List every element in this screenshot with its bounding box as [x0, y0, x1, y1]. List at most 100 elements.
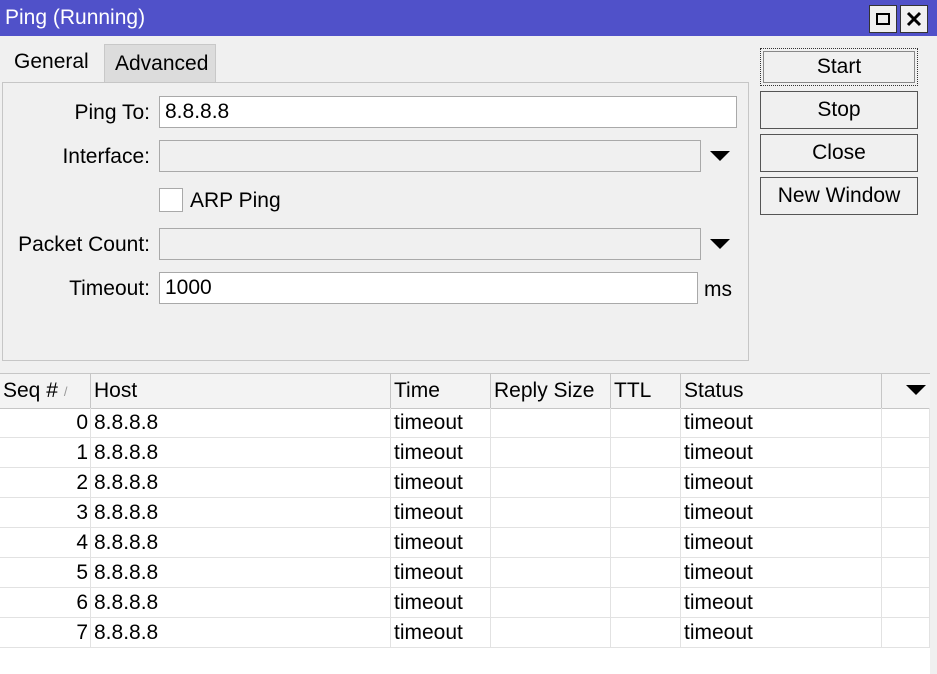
cell-ttl — [611, 528, 681, 558]
cell-seq: 4 — [0, 528, 91, 558]
cell-seq: 5 — [0, 558, 91, 588]
cell-seq: 2 — [0, 468, 91, 498]
cell-ttl — [611, 558, 681, 588]
cell-reply-size — [491, 408, 611, 438]
cell-seq: 1 — [0, 438, 91, 468]
maximize-button[interactable] — [869, 5, 897, 33]
cell-ttl — [611, 408, 681, 438]
ping-results-table: Seq # / Host Time Reply Size TTL Status … — [0, 373, 930, 674]
cell-time: timeout — [391, 528, 491, 558]
tab-general[interactable]: General — [4, 42, 101, 82]
cell-reply-size — [491, 618, 611, 648]
interface-label: Interface: — [62, 145, 150, 168]
cell-spacer — [882, 528, 930, 558]
cell-spacer — [882, 588, 930, 618]
column-header-seq-label: Seq # — [3, 379, 58, 402]
timeout-unit: ms — [704, 278, 732, 301]
cell-spacer — [882, 558, 930, 588]
timeout-value: 1000 — [165, 276, 212, 299]
new-window-button[interactable]: New Window — [760, 177, 918, 215]
ping-to-value: 8.8.8.8 — [165, 100, 230, 123]
cell-host: 8.8.8.8 — [91, 498, 391, 528]
chevron-down-icon[interactable] — [906, 385, 926, 395]
cell-status: timeout — [681, 498, 882, 528]
arp-ping-checkbox[interactable] — [159, 188, 183, 212]
interface-select[interactable] — [159, 140, 701, 172]
table-row[interactable]: 2 8.8.8.8 timeout timeout — [0, 468, 930, 498]
window-title: Ping (Running) — [5, 6, 146, 29]
cell-time: timeout — [391, 588, 491, 618]
cell-status: timeout — [681, 588, 882, 618]
cell-seq: 3 — [0, 498, 91, 528]
cell-reply-size — [491, 588, 611, 618]
timeout-input[interactable]: 1000 — [159, 272, 698, 304]
cell-ttl — [611, 438, 681, 468]
tab-advanced-label: Advanced — [115, 51, 209, 75]
ping-to-input[interactable]: 8.8.8.8 — [159, 96, 737, 128]
column-header-time-label: Time — [394, 379, 440, 402]
table-row[interactable]: 3 8.8.8.8 timeout timeout — [0, 498, 930, 528]
close-icon — [906, 11, 922, 27]
table-row[interactable]: 0 8.8.8.8 timeout timeout — [0, 408, 930, 438]
cell-time: timeout — [391, 618, 491, 648]
column-header-host[interactable]: Host — [91, 374, 391, 408]
cell-reply-size — [491, 468, 611, 498]
chevron-down-icon[interactable] — [710, 151, 730, 161]
column-header-status[interactable]: Status — [681, 374, 882, 408]
column-header-time[interactable]: Time — [391, 374, 491, 408]
cell-time: timeout — [391, 438, 491, 468]
table-row[interactable]: 7 8.8.8.8 timeout timeout — [0, 618, 930, 648]
cell-time: timeout — [391, 468, 491, 498]
column-header-host-label: Host — [94, 379, 138, 402]
cell-time: timeout — [391, 408, 491, 438]
column-header-seq[interactable]: Seq # / — [0, 374, 91, 408]
column-header-reply-size-label: Reply Size — [494, 379, 595, 402]
column-header-status-label: Status — [684, 379, 744, 402]
cell-spacer — [882, 498, 930, 528]
cell-host: 8.8.8.8 — [91, 618, 391, 648]
cell-time: timeout — [391, 498, 491, 528]
cell-reply-size — [491, 498, 611, 528]
start-button[interactable]: Start — [760, 48, 918, 86]
cell-host: 8.8.8.8 — [91, 438, 391, 468]
tab-advanced[interactable]: Advanced — [104, 44, 216, 82]
tab-general-label: General — [14, 50, 89, 73]
cell-reply-size — [491, 558, 611, 588]
cell-time: timeout — [391, 558, 491, 588]
new-window-button-label: New Window — [777, 184, 901, 207]
cell-seq: 0 — [0, 408, 91, 438]
cell-status: timeout — [681, 438, 882, 468]
cell-host: 8.8.8.8 — [91, 528, 391, 558]
table-header: Seq # / Host Time Reply Size TTL Status — [0, 374, 930, 409]
cell-spacer — [882, 408, 930, 438]
cell-status: timeout — [681, 558, 882, 588]
cell-ttl — [611, 498, 681, 528]
cell-ttl — [611, 618, 681, 648]
cell-status: timeout — [681, 408, 882, 438]
packet-count-input[interactable] — [159, 228, 701, 260]
close-button[interactable]: Close — [760, 134, 918, 172]
cell-ttl — [611, 588, 681, 618]
table-row[interactable]: 4 8.8.8.8 timeout timeout — [0, 528, 930, 558]
stop-button[interactable]: Stop — [760, 91, 918, 129]
ping-to-label: Ping To: — [74, 101, 151, 124]
chevron-down-icon[interactable] — [710, 239, 730, 249]
table-row[interactable]: 6 8.8.8.8 timeout timeout — [0, 588, 930, 618]
cell-host: 8.8.8.8 — [91, 408, 391, 438]
close-window-button[interactable] — [900, 5, 928, 33]
arp-ping-label: ARP Ping — [190, 189, 281, 212]
cell-spacer — [882, 438, 930, 468]
title-bar: Ping (Running) — [0, 0, 937, 36]
cell-host: 8.8.8.8 — [91, 588, 391, 618]
stop-button-label: Stop — [817, 98, 861, 121]
table-row[interactable]: 5 8.8.8.8 timeout timeout — [0, 558, 930, 588]
column-header-reply-size[interactable]: Reply Size — [491, 374, 611, 408]
cell-ttl — [611, 468, 681, 498]
table-row[interactable]: 1 8.8.8.8 timeout timeout — [0, 438, 930, 468]
cell-spacer — [882, 468, 930, 498]
cell-host: 8.8.8.8 — [91, 468, 391, 498]
cell-seq: 6 — [0, 588, 91, 618]
cell-status: timeout — [681, 528, 882, 558]
maximize-icon — [876, 13, 890, 25]
column-header-ttl[interactable]: TTL — [611, 374, 681, 408]
